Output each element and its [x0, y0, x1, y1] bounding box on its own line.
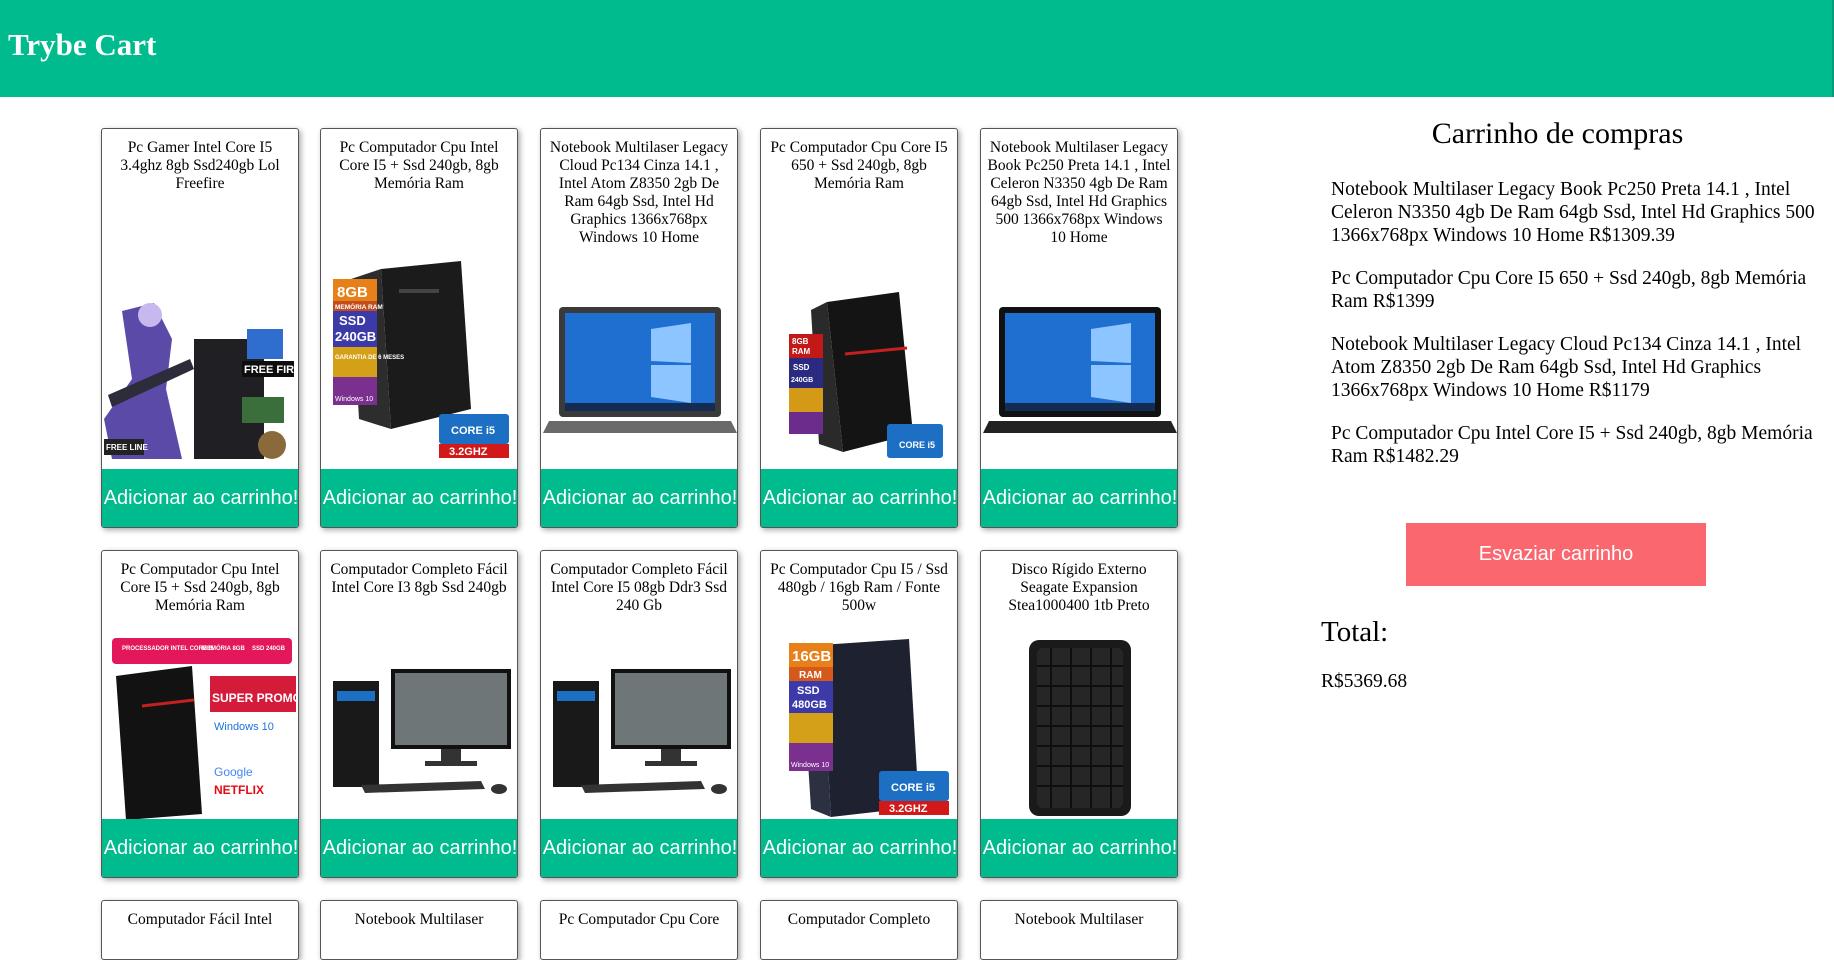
badge-text: SSD [793, 363, 810, 372]
product-card: Pc Computador Cpu Core I5 650 + Ssd 240g… [760, 128, 958, 528]
product-title: Pc Computador Cpu Core I5 650 + Ssd 240g… [770, 139, 948, 192]
badge-text: 8GB [337, 284, 368, 301]
product-title: Pc Computador Cpu Intel Core I5 + Ssd 24… [339, 139, 499, 192]
svg-text:FREE FIRE: FREE FIRE [244, 364, 299, 376]
badge-text: GARANTIA DE 6 MESES [335, 355, 404, 361]
product-card: Computador Completo Fácil Intel Core I5 … [540, 550, 738, 878]
add-to-cart-button[interactable]: Adicionar ao carrinho! [102, 819, 298, 877]
product-card: Notebook Multilaser Legacy Cloud Pc134 C… [540, 128, 738, 528]
product-card: Notebook Multilaser [320, 900, 518, 960]
product-title: Notebook Multilaser [1014, 911, 1144, 928]
product-card: Pc Gamer Intel Core I5 3.4ghz 8gb Ssd240… [101, 128, 299, 528]
add-to-cart-button[interactable]: Adicionar ao carrinho! [541, 469, 737, 527]
product-card: Computador Completo [760, 900, 958, 960]
add-to-cart-button[interactable]: Adicionar ao carrinho! [321, 819, 517, 877]
product-card: Pc Computador Cpu Intel Core I5 + Ssd 24… [320, 128, 518, 528]
badge-text: 240GB [335, 329, 376, 344]
product-title: Pc Computador Cpu I5 / Ssd 480gb / 16gb … [770, 561, 948, 614]
product-title: Pc Computador Cpu Intel Core I5 + Ssd 24… [120, 561, 280, 614]
product-title: Computador Completo Fácil Intel Core I3 … [330, 561, 508, 596]
total-label: Total: [1321, 616, 1389, 648]
notebook-gray-image [541, 299, 737, 449]
badge-text: SSD [797, 685, 820, 697]
badge-text: NETFLIX [214, 783, 264, 797]
product-card: Computador Completo Fácil Intel Core I3 … [320, 550, 518, 878]
empty-cart-button[interactable]: Esvaziar carrinho [1406, 523, 1706, 586]
add-to-cart-button[interactable]: Adicionar ao carrinho! [761, 469, 957, 527]
product-title: Notebook Multilaser Legacy Cloud Pc134 C… [549, 139, 729, 246]
badge-text: SSD [339, 313, 366, 328]
badge-text: Windows 10 [335, 396, 373, 403]
product-title: Pc Computador Cpu Core [558, 911, 720, 928]
desktop-monitor-i3-image [321, 661, 517, 801]
product-card: Pc Computador Cpu Intel Core I5 + Ssd 24… [101, 550, 299, 878]
add-to-cart-button[interactable]: Adicionar ao carrinho! [321, 469, 517, 527]
badge-text: MEMÓRIA 8GB [202, 644, 245, 652]
badge-text: 16GB [792, 648, 831, 665]
add-to-cart-button[interactable]: Adicionar ao carrinho! [761, 819, 957, 877]
add-to-cart-button[interactable]: Adicionar ao carrinho! [541, 819, 737, 877]
product-card: Disco Rígido Externo Seagate Expansion S… [980, 550, 1178, 878]
cart-title: Carrinho de compras [1431, 117, 1684, 150]
cart-item[interactable]: Notebook Multilaser Legacy Book Pc250 Pr… [1331, 178, 1831, 247]
shopping-cart: Carrinho de compras Notebook Multilaser … [1300, 0, 1834, 917]
total-price: R$5369.68 [1321, 671, 1408, 692]
pc-gamer-freefire-image: FREE FIRE FREE LINE [102, 299, 299, 461]
product-title: Notebook Multilaser [354, 911, 484, 928]
pc-tower-16gb-image: 16GB RAM SSD 480GB Windows 10 CORE i5 3.… [761, 631, 957, 823]
product-title: Disco Rígido Externo Seagate Expansion S… [1008, 561, 1150, 614]
cart-item[interactable]: Notebook Multilaser Legacy Cloud Pc134 C… [1331, 333, 1831, 402]
product-card: Pc Computador Cpu Core [540, 900, 738, 960]
badge-text: RAM [799, 670, 822, 681]
external-hdd-image [981, 636, 1177, 821]
add-to-cart-button[interactable]: Adicionar ao carrinho! [981, 469, 1177, 527]
add-to-cart-button[interactable]: Adicionar ao carrinho! [102, 469, 298, 527]
badge-text: Windows 10 [214, 721, 274, 733]
badge-text: Windows 10 [791, 762, 829, 769]
badge-text: PROCESSADOR INTEL CORE I5 [122, 646, 214, 652]
product-title: Notebook Multilaser Legacy Book Pc250 Pr… [987, 139, 1171, 246]
product-title: Computador Completo [787, 911, 931, 928]
badge-text: CORE i5 [891, 782, 935, 794]
badge-text: RAM [792, 347, 811, 356]
product-card: Notebook Multilaser Legacy Book Pc250 Pr… [980, 128, 1178, 528]
badge-text: SSD 240GB [252, 646, 286, 652]
badge-text: 3.2GHZ [449, 446, 488, 458]
product-card: Pc Computador Cpu I5 / Ssd 480gb / 16gb … [760, 550, 958, 878]
product-title: Pc Gamer Intel Core I5 3.4ghz 8gb Ssd240… [120, 139, 280, 192]
badge-text: 240GB [791, 377, 813, 384]
badge-text: Google [214, 765, 253, 779]
svg-text:FREE LINE: FREE LINE [106, 443, 148, 452]
badge-text: SUPER PROMOÇÃO [212, 690, 299, 705]
badge-text: CORE i5 [451, 425, 495, 437]
product-list: Pc Gamer Intel Core I5 3.4ghz 8gb Ssd240… [0, 0, 1200, 960]
product-title: Computador Completo Fácil Intel Core I5 … [550, 561, 728, 614]
cart-item[interactable]: Pc Computador Cpu Core I5 650 + Ssd 240g… [1331, 267, 1831, 313]
add-to-cart-button[interactable]: Adicionar ao carrinho! [981, 819, 1177, 877]
badge-text: 3.2GHZ [889, 803, 928, 815]
product-card: Notebook Multilaser [980, 900, 1178, 960]
pc-super-promocao-image: PROCESSADOR INTEL CORE I5 MEMÓRIA 8GB SS… [102, 636, 299, 821]
badge-text: 480GB [792, 699, 827, 711]
pc-tower-i5-image: 8GB MEMÓRIA RAM SSD 240GB GARANTIA DE 6 … [321, 259, 517, 464]
product-title: Computador Fácil Intel [127, 911, 273, 928]
badge-text: MEMÓRIA RAM [335, 302, 383, 311]
badge-text: 8GB [792, 337, 809, 346]
cart-item[interactable]: Pc Computador Cpu Intel Core I5 + Ssd 24… [1331, 422, 1831, 468]
pc-tower-red-stripe-image: 8GB RAM SSD 240GB CORE i5 [761, 284, 957, 464]
notebook-black-image [981, 299, 1177, 449]
product-card: Computador Fácil Intel [101, 900, 299, 960]
badge-text: CORE i5 [899, 440, 935, 450]
desktop-monitor-i5-image [541, 661, 737, 801]
